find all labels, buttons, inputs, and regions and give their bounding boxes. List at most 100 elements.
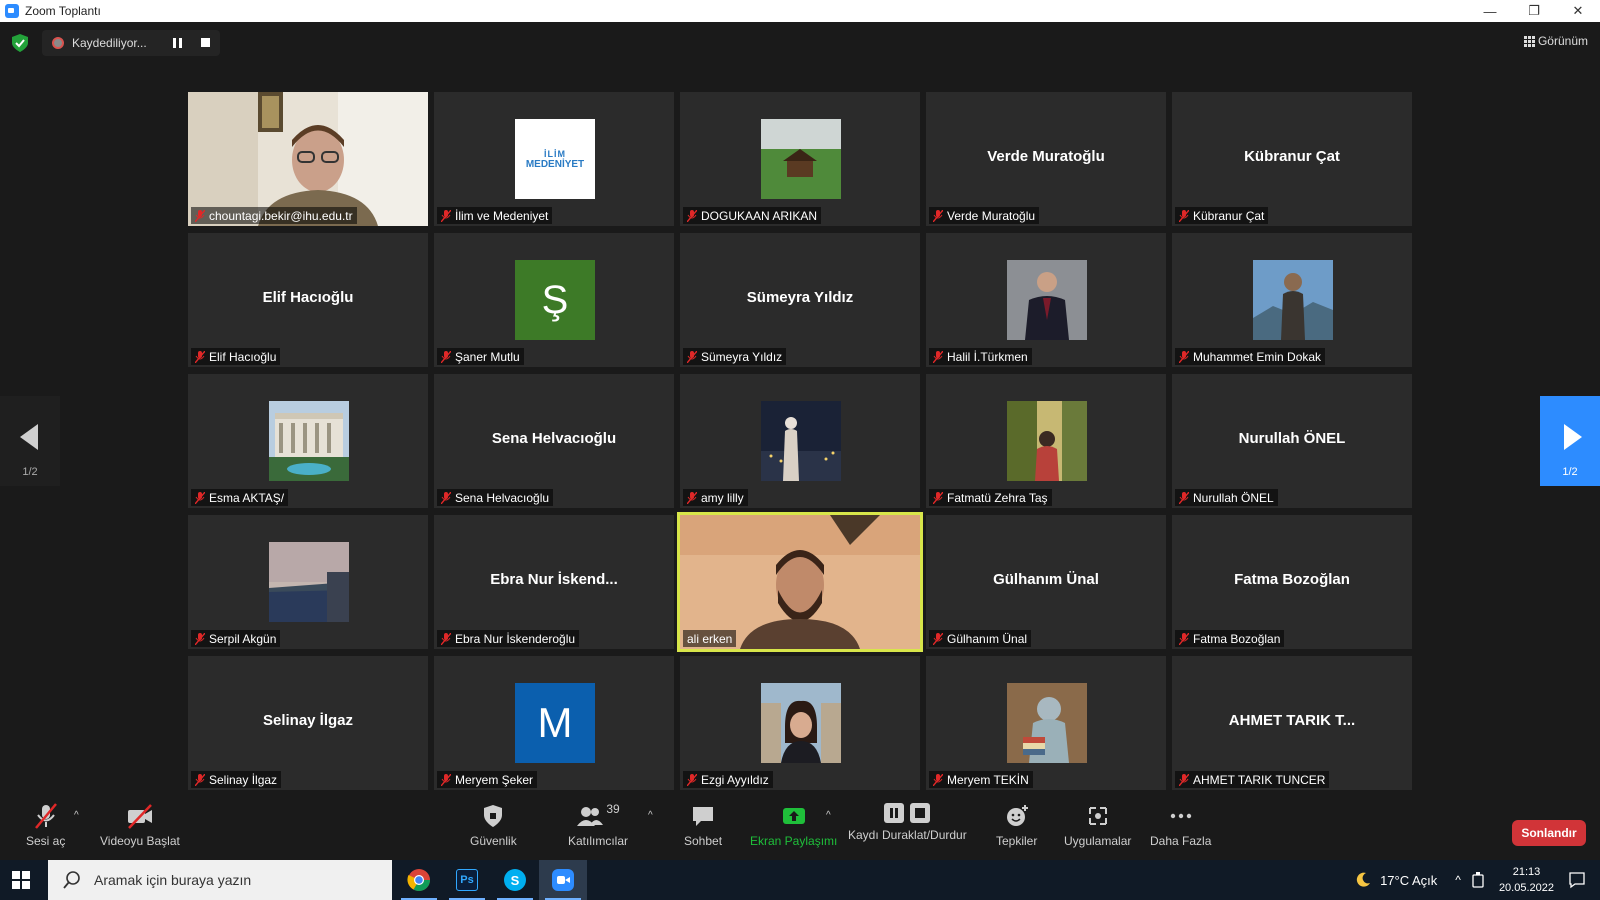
participants-options-chevron-icon[interactable]: ^: [648, 810, 653, 821]
stop-recording-icon[interactable]: [201, 38, 210, 47]
minimize-button[interactable]: —: [1468, 0, 1512, 22]
participant-tile[interactable]: Muhammet Emin Dokak: [1172, 233, 1412, 367]
participant-video: [188, 92, 428, 226]
participant-tile[interactable]: Sena Helvacıoğlu Sena Helvacıoğlu: [434, 374, 674, 508]
audio-options-chevron-icon[interactable]: ^: [74, 810, 79, 821]
taskbar-chrome[interactable]: [395, 860, 443, 900]
participant-tile[interactable]: Meryem TEKİN: [926, 656, 1166, 790]
muted-mic-icon: [687, 491, 697, 504]
muted-mic-icon: [1179, 632, 1189, 645]
participant-avatar: [269, 542, 349, 622]
participant-tile[interactable]: chountagi.bekir@ihu.edu.tr: [188, 92, 428, 226]
participant-display-name: Ebra Nur İskend...: [490, 571, 618, 588]
participant-name-label: Fatmatü Zehra Taş: [929, 489, 1052, 506]
pause-stop-recording-button[interactable]: Kaydı Duraklat/Durdur: [848, 802, 967, 842]
weather-text[interactable]: 17°C Açık: [1380, 873, 1437, 888]
page-indicator-left: 1/2: [22, 466, 38, 478]
view-button[interactable]: Görünüm: [1523, 34, 1588, 48]
taskbar-zoom[interactable]: [539, 860, 587, 900]
participant-tile[interactable]: DOGUKAAN ARIKAN: [680, 92, 920, 226]
participant-name-label: Kübranur Çat: [1175, 207, 1269, 224]
clock-date: 20.05.2022: [1498, 882, 1554, 894]
participant-display-name: Selinay İlgaz: [262, 712, 354, 729]
participant-name-label: Şaner Mutlu: [437, 348, 524, 365]
participant-tile[interactable]: M Meryem Şeker: [434, 656, 674, 790]
participant-tile[interactable]: Ebra Nur İskend... Ebra Nur İskenderoğlu: [434, 515, 674, 649]
share-screen-icon: [782, 808, 805, 824]
participant-tile[interactable]: AHMET TARIK T... AHMET TARIK TUNCER: [1172, 656, 1412, 790]
windows-start-icon[interactable]: [12, 871, 30, 889]
participant-tile[interactable]: Gülhanım Ünal Gülhanım Ünal: [926, 515, 1166, 649]
windows-taskbar: Aramak için buraya yazın Ps S 17°C Açık …: [0, 860, 1600, 900]
next-page-button[interactable]: 1/2: [1540, 396, 1600, 486]
participant-name-label: DOGUKAAN ARIKAN: [683, 207, 822, 224]
participant-tile[interactable]: Serpil Akgün: [188, 515, 428, 649]
end-meeting-button[interactable]: Sonlandır: [1512, 820, 1586, 846]
participant-tile[interactable]: Ş Şaner Mutlu: [434, 233, 674, 367]
participant-tile[interactable]: Selinay İlgaz Selinay İlgaz: [188, 656, 428, 790]
muted-mic-icon: [933, 491, 943, 504]
participant-avatar: [1253, 260, 1333, 340]
participant-avatar: Ş: [515, 260, 595, 340]
participant-tile[interactable]: Fatma Bozoğlan Fatma Bozoğlan: [1172, 515, 1412, 649]
taskbar-photoshop[interactable]: Ps: [443, 860, 491, 900]
participant-name-label: Fatma Bozoğlan: [1175, 630, 1285, 647]
muted-mic-icon: [441, 350, 451, 363]
tray-overflow-chevron-icon[interactable]: ^: [1455, 873, 1461, 887]
chat-button[interactable]: Sohbet: [684, 802, 722, 848]
security-button[interactable]: Güvenlik: [470, 802, 517, 848]
muted-mic-icon: [933, 209, 943, 222]
participant-tile[interactable]: amy lilly: [680, 374, 920, 508]
participant-tile[interactable]: Elif Hacıoğlu Elif Hacıoğlu: [188, 233, 428, 367]
notifications-icon[interactable]: [1568, 871, 1586, 889]
taskbar-clock[interactable]: 21:13 20.05.2022: [1499, 864, 1554, 896]
search-icon: [63, 871, 80, 889]
participant-display-name: Elif Hacıoğlu: [262, 289, 354, 306]
participant-tile[interactable]: Kübranur Çat Kübranur Çat: [1172, 92, 1412, 226]
participant-display-name: Nurullah ÖNEL: [1238, 430, 1346, 447]
participant-tile[interactable]: Sümeyra Yıldız Sümeyra Yıldız: [680, 233, 920, 367]
start-video-button[interactable]: Videoyu Başlat: [100, 802, 180, 848]
participant-name-label: Halil İ.Türkmen: [929, 348, 1032, 365]
taskbar-skype[interactable]: S: [491, 860, 539, 900]
participant-name-label: İlim ve Medeniyet: [437, 207, 553, 224]
chat-bubble-icon: [693, 807, 714, 826]
previous-page-button[interactable]: 1/2: [0, 396, 60, 486]
participant-display-name: Verde Muratoğlu: [987, 148, 1105, 165]
muted-mic-icon: [195, 350, 205, 363]
participant-display-name: Sümeyra Yıldız: [746, 289, 854, 306]
power-status-icon[interactable]: [1471, 872, 1485, 888]
participant-name-label: Muhammet Emin Dokak: [1175, 348, 1326, 365]
recording-dot-icon: [52, 37, 64, 49]
share-options-chevron-icon[interactable]: ^: [826, 810, 831, 821]
participant-tile[interactable]: Nurullah ÖNEL Nurullah ÖNEL: [1172, 374, 1412, 508]
participant-tile[interactable]: İLİM MEDENİYET İlim ve Medeniyet: [434, 92, 674, 226]
participant-tile[interactable]: Verde Muratoğlu Verde Muratoğlu: [926, 92, 1166, 226]
participant-name-label: Ezgi Ayyıldız: [683, 771, 773, 788]
reactions-button[interactable]: Tepkiler: [996, 802, 1037, 848]
pause-recording-icon[interactable]: [173, 38, 185, 48]
more-button[interactable]: Daha Fazla: [1150, 802, 1211, 848]
view-label: Görünüm: [1537, 34, 1588, 48]
skype-icon: S: [504, 869, 526, 891]
close-button[interactable]: ✕: [1556, 0, 1600, 22]
participant-tile[interactable]: Ezgi Ayyıldız: [680, 656, 920, 790]
muted-microphone-icon: [34, 803, 57, 829]
window-titlebar: Zoom Toplantı — ❐ ✕: [0, 0, 1600, 22]
share-screen-button[interactable]: Ekran Paylaşımı: [750, 802, 837, 848]
participant-tile[interactable]: Halil İ.Türkmen: [926, 233, 1166, 367]
participant-name-label: Serpil Akgün: [191, 630, 281, 647]
muted-mic-icon: [195, 491, 205, 504]
apps-button[interactable]: Uygulamalar: [1064, 802, 1131, 848]
muted-mic-icon: [1179, 209, 1189, 222]
encryption-shield-icon[interactable]: [12, 34, 28, 52]
stop-icon: [910, 803, 931, 823]
participants-button[interactable]: 39 Katılımcılar: [568, 802, 628, 848]
meeting-topbar: Kaydediliyor... Görünüm: [0, 22, 1600, 64]
unmute-button[interactable]: Sesi aç: [26, 802, 65, 848]
participant-tile[interactable]: Fatmatü Zehra Taş: [926, 374, 1166, 508]
taskbar-search-box[interactable]: Aramak için buraya yazın: [48, 860, 392, 900]
active-speaker-tile[interactable]: ali erken: [677, 512, 923, 652]
restore-button[interactable]: ❐: [1512, 0, 1556, 22]
participant-tile[interactable]: Esma AKTAŞ/: [188, 374, 428, 508]
